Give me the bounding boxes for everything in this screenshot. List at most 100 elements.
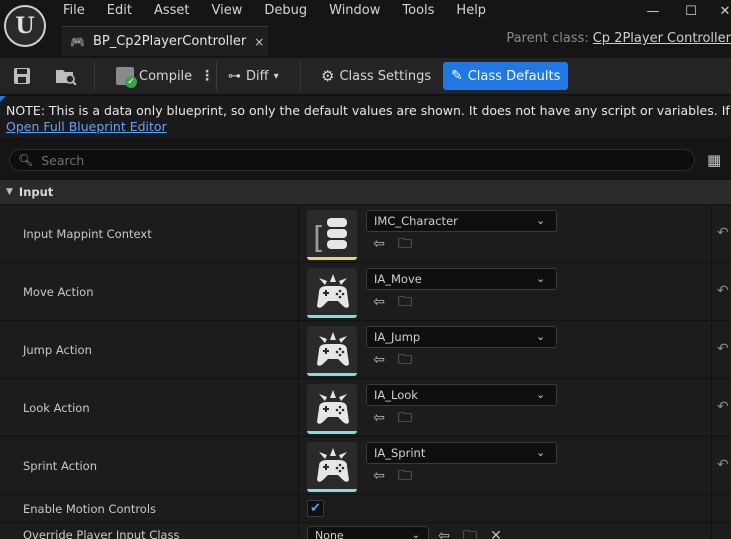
asset-value: IA_Jump	[374, 330, 421, 344]
reset-to-default-icon[interactable]: ↶	[717, 225, 729, 241]
browse-asset-icon[interactable]: 🗀	[397, 410, 413, 426]
chevron-down-icon: ⌄	[411, 530, 420, 539]
use-selected-icon[interactable]: ⇦	[371, 468, 387, 484]
svg-text:[: [	[313, 221, 325, 254]
search-icon: 🔍︎	[18, 153, 34, 167]
compile-button[interactable]: Compile	[110, 62, 198, 90]
column-divider	[711, 495, 712, 522]
use-selected-icon[interactable]: ⇦	[436, 528, 452, 539]
search-bar: 🔍︎	[9, 149, 695, 171]
class-defaults-button[interactable]: ✎ Class Defaults	[443, 62, 569, 90]
input-action-thumbnail[interactable]	[307, 268, 357, 318]
property-name: Enable Motion Controls	[23, 502, 157, 516]
column-divider	[298, 379, 299, 436]
use-selected-icon[interactable]: ⇦	[371, 294, 387, 310]
unreal-logo-icon[interactable]: U	[4, 5, 46, 47]
asset-value: IA_Sprint	[374, 446, 426, 460]
menu-file[interactable]: File	[52, 2, 96, 20]
note-text: NOTE: This is a data only blueprint, so …	[6, 103, 731, 118]
column-divider	[298, 205, 299, 262]
use-selected-icon[interactable]: ⇦	[371, 410, 387, 426]
asset-combo[interactable]: IMC_Character ⌄	[366, 210, 557, 232]
title-bar: U File Edit Asset View Debug Window Tool…	[0, 0, 731, 58]
parent-class-link[interactable]: Cp 2Player Controller	[593, 31, 731, 46]
save-icon[interactable]	[11, 66, 33, 86]
menu-view[interactable]: View	[201, 2, 254, 20]
column-divider	[711, 205, 712, 262]
reset-to-default-icon[interactable]: ↶	[717, 341, 729, 357]
open-full-editor-link[interactable]: Open Full Blueprint Editor	[6, 119, 725, 134]
reset-to-default-icon[interactable]: ↶	[717, 399, 729, 415]
asset-value: IA_Look	[374, 388, 418, 402]
toolbar-divider	[216, 62, 217, 90]
chevron-down-icon: ⌄	[536, 272, 546, 285]
tab-bp-cp2playercontroller[interactable]: 🎮 BP_Cp2PlayerController ×	[62, 26, 268, 56]
menu-window[interactable]: Window	[318, 2, 391, 20]
input-mapping-context-thumbnail[interactable]: [	[307, 210, 357, 260]
column-divider	[711, 523, 712, 539]
browse-asset-icon[interactable]: 🗀	[397, 236, 413, 252]
browse-asset-icon[interactable]: 🗀	[397, 468, 413, 484]
toolbar-divider	[300, 62, 301, 90]
asset-type-bar	[307, 489, 357, 492]
column-divider	[711, 321, 712, 378]
clear-icon[interactable]: ✕	[488, 528, 504, 539]
property-row: Sprint Action IA_Sprint ⌄ ⇦ 🗀 ↶	[0, 437, 731, 495]
browse-icon[interactable]	[55, 66, 77, 86]
asset-combo[interactable]: IA_Move ⌄	[366, 268, 557, 290]
column-divider	[298, 437, 299, 494]
property-row: Input Mappint Context [ IMC_Character ⌄ …	[0, 205, 731, 263]
view-options-icon[interactable]: ▦	[707, 152, 723, 168]
diff-button[interactable]: ⊶ Diff ▾	[222, 62, 285, 90]
minimize-icon[interactable]: —	[633, 2, 673, 20]
collapse-arrow-icon: ▼	[6, 187, 13, 197]
class-picker-combo[interactable]: None ⌄	[307, 526, 429, 539]
parent-class-label: Parent class:	[506, 31, 589, 46]
class-settings-button[interactable]: ⚙ Class Settings	[315, 62, 437, 90]
compile-label: Compile	[139, 68, 193, 84]
class-settings-label: Class Settings	[339, 68, 432, 84]
browse-asset-icon[interactable]: 🗀	[397, 352, 413, 368]
menu-tools[interactable]: Tools	[391, 2, 445, 20]
tab-close-icon[interactable]: ×	[254, 35, 264, 49]
asset-value: IA_Move	[374, 272, 422, 286]
menu-edit[interactable]: Edit	[96, 2, 143, 20]
chevron-down-icon: ⌄	[536, 446, 546, 459]
asset-value: IMC_Character	[374, 214, 458, 228]
parent-class: Parent class: Cp 2Player Controller	[506, 31, 731, 46]
gamepad-icon: 🎮	[70, 34, 85, 49]
data-only-note: NOTE: This is a data only blueprint, so …	[0, 96, 731, 138]
gear-icon: ⚙	[321, 67, 335, 85]
property-name: Look Action	[23, 401, 90, 415]
chevron-down-icon: ▾	[273, 70, 279, 82]
asset-combo[interactable]: IA_Look ⌄	[366, 384, 557, 406]
asset-combo[interactable]: IA_Sprint ⌄	[366, 442, 557, 464]
reset-to-default-icon[interactable]: ↶	[717, 283, 729, 299]
compile-icon	[116, 67, 137, 88]
asset-type-bar	[307, 257, 357, 260]
reset-to-default-icon[interactable]: ↶	[717, 457, 729, 473]
browse-asset-icon[interactable]: 🗀	[397, 294, 413, 310]
enable-motion-controls-checkbox[interactable]: ✔	[307, 500, 324, 517]
property-name: Sprint Action	[23, 459, 97, 473]
input-action-thumbnail[interactable]	[307, 384, 357, 434]
close-window-icon[interactable]: ✕	[705, 2, 731, 20]
menu-debug[interactable]: Debug	[253, 2, 318, 20]
menu-help[interactable]: Help	[445, 2, 497, 20]
chevron-down-icon: ⌄	[536, 330, 546, 343]
edit-pen-icon: ✎	[451, 68, 463, 84]
category-input[interactable]: ▼ Input	[0, 180, 731, 204]
search-input[interactable]	[41, 152, 642, 168]
property-row: Override Player Input Class None ⌄ ⇦ 🗀 ✕	[0, 523, 731, 539]
browse-asset-icon[interactable]: 🗀	[462, 528, 478, 539]
menu-bar: File Edit Asset View Debug Window Tools …	[52, 2, 497, 20]
input-action-thumbnail[interactable]	[307, 326, 357, 376]
use-selected-icon[interactable]: ⇦	[371, 236, 387, 252]
mapping-context-icon: [	[313, 218, 347, 254]
property-row: Look Action IA_Look ⌄ ⇦ 🗀 ↶	[0, 379, 731, 437]
column-divider	[711, 379, 712, 436]
use-selected-icon[interactable]: ⇦	[371, 352, 387, 368]
input-action-thumbnail[interactable]	[307, 442, 357, 492]
menu-asset[interactable]: Asset	[143, 2, 201, 20]
asset-combo[interactable]: IA_Jump ⌄	[366, 326, 557, 348]
